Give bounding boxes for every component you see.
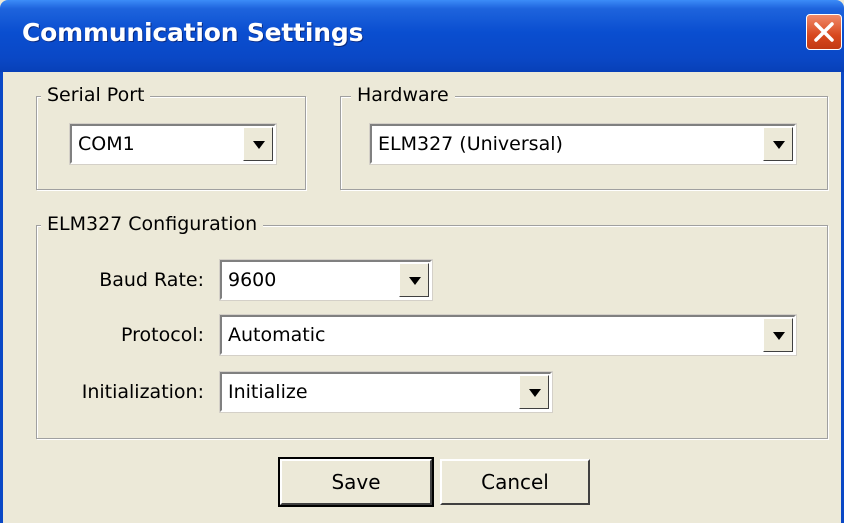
cancel-button[interactable]: Cancel — [440, 459, 590, 505]
serial-port-select[interactable]: COM1 — [69, 123, 277, 165]
initialization-label: Initialization: — [81, 381, 204, 403]
window-title: Communication Settings — [22, 18, 364, 47]
baud-rate-select[interactable]: 9600 — [219, 259, 433, 301]
initialization-dropdown-button[interactable] — [519, 375, 549, 409]
chevron-down-icon — [253, 141, 265, 149]
close-button[interactable] — [806, 14, 842, 50]
hardware-dropdown-button[interactable] — [763, 127, 793, 161]
close-icon — [814, 22, 834, 42]
serial-port-value: COM1 — [78, 133, 135, 155]
protocol-label: Protocol: — [121, 324, 204, 346]
chevron-down-icon — [773, 332, 785, 340]
baud-rate-dropdown-button[interactable] — [399, 263, 429, 297]
chevron-down-icon — [529, 389, 541, 397]
hardware-group-label: Hardware — [351, 84, 455, 106]
protocol-select[interactable]: Automatic — [219, 314, 797, 356]
serial-port-group-label: Serial Port — [41, 84, 151, 106]
chevron-down-icon — [773, 141, 785, 149]
title-bar[interactable]: Communication Settings — [0, 0, 844, 72]
baud-rate-value: 9600 — [228, 269, 277, 291]
serial-port-dropdown-button[interactable] — [243, 127, 273, 161]
initialization-value: Initialize — [228, 381, 308, 403]
window-frame-left — [0, 72, 3, 523]
protocol-value: Automatic — [228, 324, 326, 346]
protocol-dropdown-button[interactable] — [763, 318, 793, 352]
hardware-select[interactable]: ELM327 (Universal) — [369, 123, 797, 165]
elm327-config-group-label: ELM327 Configuration — [41, 213, 264, 235]
initialization-select[interactable]: Initialize — [219, 371, 553, 413]
save-button[interactable]: Save — [278, 457, 434, 507]
baud-rate-label: Baud Rate: — [99, 269, 204, 291]
hardware-value: ELM327 (Universal) — [378, 133, 563, 155]
chevron-down-icon — [409, 277, 421, 285]
